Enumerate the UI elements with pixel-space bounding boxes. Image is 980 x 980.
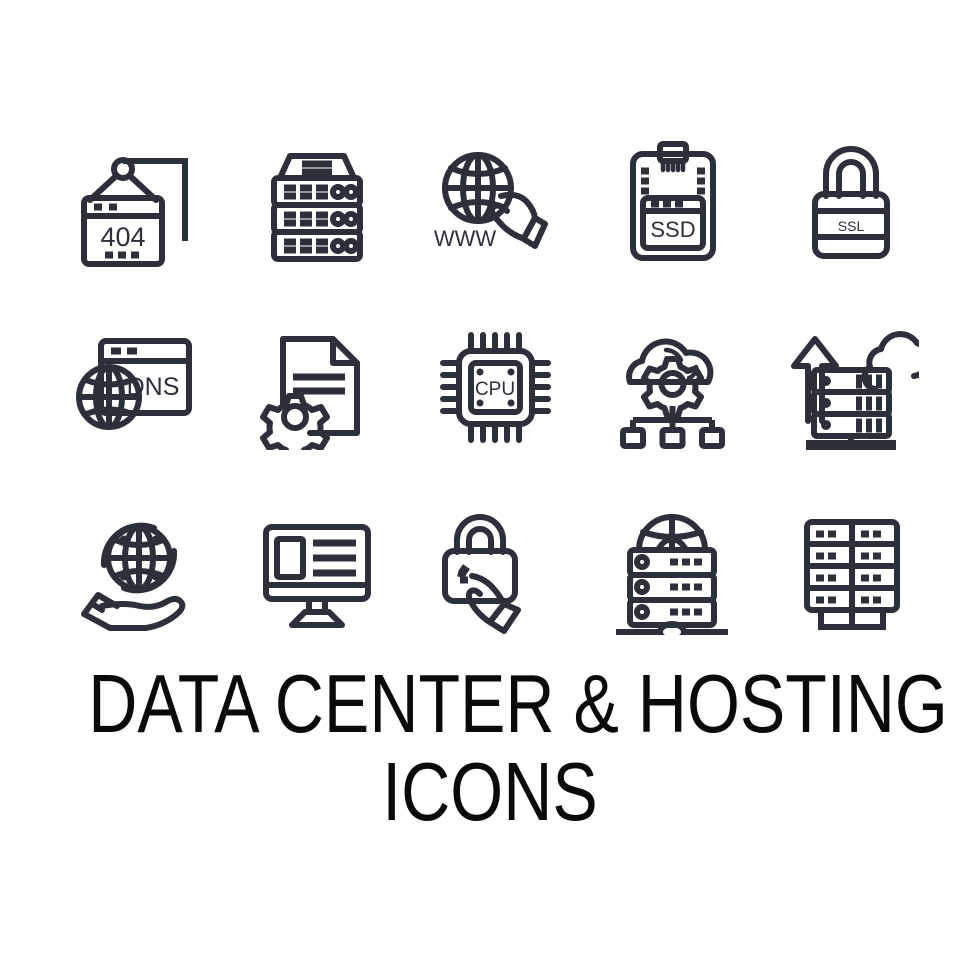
secure-access-hand-padlock-icon: [442, 514, 521, 634]
icon-ssd-storage[interactable]: SSD: [584, 110, 762, 295]
icon-grid: 404 WWW SSD SSL DNS CPU: [50, 110, 940, 665]
file-settings-gear-icon: [259, 336, 360, 450]
cpu-processor-icon: CPU: [439, 332, 551, 443]
ssl-label: SSL: [838, 218, 865, 234]
web-page-monitor-icon: [263, 523, 371, 628]
icon-secure-access-hand[interactable]: [406, 480, 584, 665]
icon-set-page: 404 WWW SSD SSL DNS CPU DATA CENTER & HO…: [0, 0, 980, 980]
dns-globe-browser-icon: DNS: [76, 338, 192, 430]
cpu-label: CPU: [474, 379, 514, 400]
title-line-1: DATA CENTER & HOSTING: [88, 657, 948, 750]
404-error-page-icon: 404: [81, 156, 188, 267]
ssd-storage-icon: SSD: [630, 140, 716, 261]
globe-server-hosting-icon: [616, 514, 728, 635]
icon-404-error-page[interactable]: 404: [50, 110, 228, 295]
icon-server-cloud-upload[interactable]: [762, 295, 940, 480]
www-globe-hand-icon: WWW: [433, 151, 548, 251]
404-label: 404: [100, 222, 145, 252]
cloud-configuration-network-icon: [620, 338, 725, 449]
icon-cloud-config-network[interactable]: [584, 295, 762, 480]
ssd-label: SSD: [650, 217, 695, 242]
global-network-hand-icon: [80, 522, 185, 631]
icon-web-page-monitor[interactable]: [228, 480, 406, 665]
icon-cpu-processor[interactable]: CPU: [406, 295, 584, 480]
title-line-2: ICONS: [382, 745, 598, 838]
server-cloud-upload-icon: [790, 331, 919, 450]
data-center-racks-icon: [803, 519, 900, 630]
icon-file-settings[interactable]: [228, 295, 406, 480]
www-label: WWW: [433, 226, 496, 251]
icon-globe-server-hosting[interactable]: [584, 480, 762, 665]
icon-dns-browser[interactable]: DNS: [50, 295, 228, 480]
icon-www-globe-hand[interactable]: WWW: [406, 110, 584, 295]
icon-global-network-hand[interactable]: [50, 480, 228, 665]
icon-data-center-racks[interactable]: [762, 480, 940, 665]
icon-ssl-padlock[interactable]: SSL: [762, 110, 940, 295]
title-block: DATA CENTER & HOSTING ICONS: [0, 660, 980, 836]
icon-server-stack[interactable]: [228, 110, 406, 295]
server-stack-icon: [271, 152, 363, 262]
ssl-padlock-icon: SSL: [812, 145, 890, 259]
